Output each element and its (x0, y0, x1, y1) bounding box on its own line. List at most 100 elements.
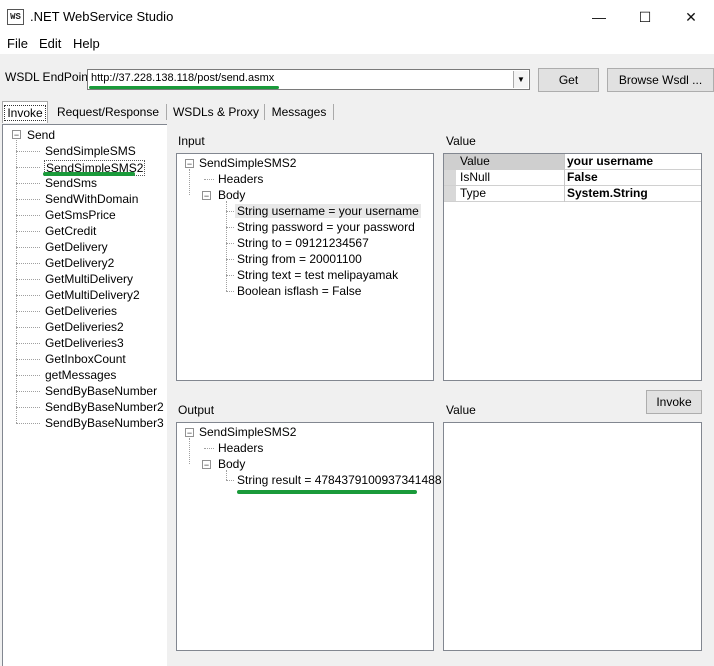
tree-connector (16, 423, 40, 424)
maximize-button[interactable]: ☐ (622, 0, 668, 34)
grid-row[interactable]: Type System.String (444, 186, 701, 202)
menu-edit[interactable]: Edit (39, 36, 61, 51)
method-item[interactable]: getMessages (44, 368, 117, 382)
collapse-icon[interactable]: − (202, 191, 211, 201)
method-item[interactable]: SendSms (44, 176, 98, 190)
tree-connector (226, 291, 234, 292)
app-icon: WS (7, 9, 24, 25)
collapse-icon[interactable]: − (202, 460, 211, 470)
tree-connector (226, 227, 234, 228)
endpoint-url[interactable]: http://37.228.138.118/post/send.asmx (91, 72, 274, 84)
menu-file[interactable]: File (7, 36, 28, 51)
get-button[interactable]: Get (538, 68, 599, 92)
collapse-icon[interactable]: − (185, 428, 194, 438)
tab-divider (166, 104, 167, 120)
selected-method-underline (43, 172, 135, 176)
tab-invoke[interactable]: Invoke (2, 101, 48, 123)
method-item[interactable]: GetDeliveries3 (44, 336, 125, 350)
tree-connector (16, 327, 40, 328)
grid-row-value[interactable]: System.String (565, 186, 701, 202)
grid-row-value[interactable]: False (565, 170, 701, 186)
input-param[interactable]: String from = 20001100 (235, 252, 364, 266)
tree-connector (204, 179, 214, 180)
tree-connector (16, 199, 40, 200)
tree-connector (16, 343, 40, 344)
output-value-label: Value (446, 403, 476, 417)
tree-connector (189, 169, 190, 195)
method-item[interactable]: SendWithDomain (44, 192, 139, 206)
tree-connector (16, 263, 40, 264)
minimize-button[interactable]: — (576, 0, 622, 34)
tree-connector (16, 247, 40, 248)
collapse-icon[interactable]: − (185, 159, 194, 169)
tree-connector (16, 215, 40, 216)
grid-row[interactable]: IsNull False (444, 170, 701, 186)
output-root[interactable]: SendSimpleSMS2 (199, 425, 296, 439)
tree-connector (16, 375, 40, 376)
tree-connector (16, 391, 40, 392)
tree-connector (226, 480, 234, 481)
tree-connector (16, 311, 40, 312)
input-root[interactable]: SendSimpleSMS2 (199, 156, 296, 170)
input-param[interactable]: String password = your password (235, 220, 417, 234)
input-param[interactable]: Boolean isflash = False (235, 284, 363, 298)
input-label: Input (178, 134, 205, 148)
url-highlight-underline (89, 86, 279, 89)
output-result[interactable]: String result = 4784379100937341488 (237, 473, 442, 487)
tab-request-response[interactable]: Request/Response (54, 101, 162, 123)
endpoint-label: WSDL EndPoint (5, 70, 92, 84)
method-item[interactable]: SendByBaseNumber2 (44, 400, 165, 414)
method-item[interactable]: GetDelivery (44, 240, 109, 254)
tree-connector (16, 279, 40, 280)
tab-divider (333, 104, 334, 120)
tree-connector (16, 183, 40, 184)
output-body[interactable]: Body (218, 457, 245, 471)
method-item[interactable]: SendByBaseNumber (44, 384, 158, 398)
browse-wsdl-button[interactable]: Browse Wsdl ... (607, 68, 714, 92)
tree-connector (16, 151, 40, 152)
tree-connector (226, 201, 227, 291)
method-item[interactable]: GetSmsPrice (44, 208, 117, 222)
tree-root-send[interactable]: Send (27, 128, 55, 142)
tab-invoke-label: Invoke (4, 104, 46, 121)
tree-connector (16, 167, 40, 168)
input-param[interactable]: String text = test melipayamak (235, 268, 400, 282)
method-item[interactable]: GetDeliveries2 (44, 320, 125, 334)
input-tree[interactable] (176, 153, 434, 381)
output-headers[interactable]: Headers (218, 441, 263, 455)
method-item[interactable]: GetCredit (44, 224, 97, 238)
tree-connector (16, 231, 40, 232)
window-title: .NET WebService Studio (30, 9, 174, 24)
grid-row[interactable]: Value your username (444, 154, 701, 170)
grid-row-value[interactable]: your username (565, 154, 701, 170)
collapse-icon[interactable]: − (12, 130, 21, 140)
method-item[interactable]: GetDeliveries (44, 304, 118, 318)
method-item[interactable]: SendSimpleSMS (44, 144, 137, 158)
close-button[interactable]: ✕ (668, 0, 714, 34)
input-body[interactable]: Body (218, 188, 245, 202)
tab-messages[interactable]: Messages (268, 101, 330, 123)
output-label: Output (178, 403, 215, 417)
tree-connector (16, 359, 40, 360)
invoke-button[interactable]: Invoke (646, 390, 702, 414)
method-item[interactable]: SendByBaseNumber3 (44, 416, 165, 430)
method-item[interactable]: GetInboxCount (44, 352, 127, 366)
grid-row-name: Type (460, 186, 487, 200)
tree-connector (16, 407, 40, 408)
input-param[interactable]: String to = 09121234567 (235, 236, 371, 250)
output-tree[interactable] (176, 422, 434, 651)
tree-connector (226, 211, 234, 212)
input-headers[interactable]: Headers (218, 172, 263, 186)
menu-bar (0, 34, 714, 54)
method-item[interactable]: GetDelivery2 (44, 256, 115, 270)
output-value-panel[interactable] (443, 422, 702, 651)
tree-connector (226, 275, 234, 276)
method-item[interactable]: GetMultiDelivery2 (44, 288, 141, 302)
grid-row-name: Value (444, 154, 564, 170)
tab-wsdls-proxy[interactable]: WSDLs & Proxy (172, 101, 260, 123)
chevron-down-icon[interactable]: ▼ (513, 71, 528, 88)
result-highlight-underline (237, 490, 417, 494)
method-item[interactable]: GetMultiDelivery (44, 272, 134, 286)
menu-help[interactable]: Help (73, 36, 100, 51)
input-param[interactable]: String username = your username (235, 204, 421, 218)
